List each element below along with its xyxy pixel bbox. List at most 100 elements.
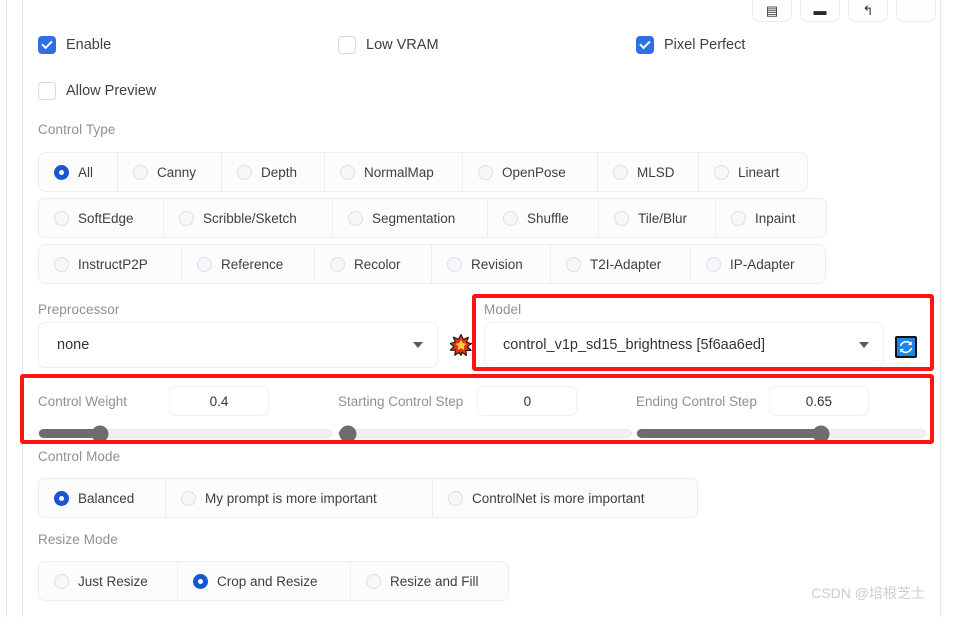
send-back-arrow-icon[interactable]: ↰	[848, 0, 888, 22]
enable-label: Enable	[66, 37, 112, 53]
radio-dot-balanced[interactable]	[54, 490, 69, 506]
radio-dot-canny[interactable]	[133, 164, 148, 180]
control-weight-knob[interactable]	[91, 425, 109, 442]
resize-mode-resize-and-fill[interactable]: Resize and Fill	[350, 561, 509, 601]
control-type-openpose[interactable]: OpenPose	[462, 152, 598, 192]
checkbox-enable[interactable]: Enable	[38, 36, 111, 54]
radio-dot-reference[interactable]	[197, 256, 212, 272]
control-type-shuffle[interactable]: Shuffle	[487, 198, 599, 238]
radio-dot-inpaint[interactable]	[731, 210, 746, 226]
radio-dot-t2i-adapter[interactable]	[566, 256, 581, 272]
radio-dot-just-resize[interactable]	[54, 573, 69, 589]
radio-dot-recolor[interactable]	[330, 256, 345, 272]
radio-dot-depth[interactable]	[237, 164, 252, 180]
model-dropdown[interactable]: control_v1p_sd15_brightness [5f6aa6ed]	[484, 322, 884, 368]
control-type-canny[interactable]: Canny	[117, 152, 222, 192]
radio-dot-mlsd[interactable]	[613, 164, 628, 180]
label-shuffle: Shuffle	[527, 210, 569, 226]
control-type-recolor[interactable]: Recolor	[314, 244, 432, 284]
control-type-label: Control Type	[38, 122, 116, 137]
radio-dot-normalmap[interactable]	[340, 164, 355, 180]
radio-dot-all[interactable]	[54, 164, 69, 180]
radio-dot-openpose[interactable]	[478, 164, 493, 180]
slider-control-weight[interactable]: Control Weight 0.4	[38, 386, 332, 442]
radio-dot-crop-and-resize[interactable]	[193, 573, 208, 589]
control-type-t2i-adapter[interactable]: T2I-Adapter	[550, 244, 691, 284]
radio-dot-revision[interactable]	[447, 256, 462, 272]
slider-ending-control-step[interactable]: Ending Control Step 0.65	[636, 386, 926, 442]
control-type-inpaint[interactable]: Inpaint	[715, 198, 827, 238]
control-type-row-1: All Canny Depth NormalMap OpenPose MLSD …	[38, 152, 808, 192]
radio-dot-segmentation[interactable]	[348, 210, 363, 226]
low-vram-checkbox-box[interactable]	[338, 36, 356, 54]
image-to-canvas-icon[interactable]: ▤	[752, 0, 792, 22]
control-mode-controlnet[interactable]: ControlNet is more important	[432, 478, 698, 518]
radio-dot-tile-blur[interactable]	[614, 210, 629, 226]
label-tile-blur: Tile/Blur	[638, 210, 688, 226]
radio-dot-my-prompt[interactable]	[181, 490, 196, 506]
enable-checkbox-box[interactable]	[38, 36, 56, 54]
chevron-down-icon[interactable]	[413, 342, 423, 348]
checkbox-low-vram[interactable]: Low VRAM	[338, 36, 439, 54]
control-weight-track[interactable]	[38, 425, 332, 442]
radio-dot-shuffle[interactable]	[503, 210, 518, 226]
control-type-tile-blur[interactable]: Tile/Blur	[598, 198, 716, 238]
radio-dot-scribble-sketch[interactable]	[179, 210, 194, 226]
radio-dot-ip-adapter[interactable]	[706, 256, 721, 272]
ending-control-step-track[interactable]	[636, 425, 926, 442]
ending-control-step-knob[interactable]	[812, 425, 830, 442]
control-type-softedge[interactable]: SoftEdge	[38, 198, 164, 238]
camera-icon[interactable]: ▬	[800, 0, 840, 22]
control-mode-my-prompt[interactable]: My prompt is more important	[165, 478, 433, 518]
control-type-ip-adapter[interactable]: IP-Adapter	[690, 244, 826, 284]
refresh-icon[interactable]	[895, 336, 917, 358]
control-type-row-2: SoftEdge Scribble/Sketch Segmentation Sh…	[38, 198, 827, 238]
starting-control-step-value[interactable]: 0	[477, 386, 578, 416]
checkbox-allow-preview[interactable]: Allow Preview	[38, 82, 156, 100]
pixel-perfect-checkbox-box[interactable]	[636, 36, 654, 54]
control-type-scribble-sketch[interactable]: Scribble/Sketch	[163, 198, 333, 238]
control-type-reference[interactable]: Reference	[181, 244, 315, 284]
radio-dot-controlnet[interactable]	[448, 490, 463, 506]
right-rule	[940, 0, 941, 617]
allow-preview-checkbox-box[interactable]	[38, 82, 56, 100]
control-type-segmentation[interactable]: Segmentation	[332, 198, 488, 238]
control-mode-balanced[interactable]: Balanced	[38, 478, 166, 518]
label-my-prompt: My prompt is more important	[205, 490, 377, 506]
resize-mode-just-resize[interactable]: Just Resize	[38, 561, 178, 601]
chevron-down-icon[interactable]	[859, 342, 869, 348]
pixel-perfect-label: Pixel Perfect	[664, 37, 746, 53]
label-segmentation: Segmentation	[372, 210, 456, 226]
control-type-normalmap[interactable]: NormalMap	[324, 152, 463, 192]
radio-dot-softedge[interactable]	[54, 210, 69, 226]
label-depth: Depth	[261, 164, 298, 180]
starting-control-step-track[interactable]	[338, 425, 632, 442]
model-label: Model	[484, 302, 522, 317]
left-rule-inner	[22, 0, 23, 617]
label-t2i-adapter: T2I-Adapter	[590, 256, 662, 272]
checkbox-pixel-perfect[interactable]: Pixel Perfect	[636, 36, 745, 54]
watermark: CSDN @培根芝士	[811, 585, 925, 601]
explosion-icon[interactable]	[450, 334, 472, 356]
control-type-all[interactable]: All	[38, 152, 118, 192]
control-weight-value[interactable]: 0.4	[169, 386, 270, 416]
label-mlsd: MLSD	[637, 164, 675, 180]
preprocessor-dropdown[interactable]: none	[38, 322, 438, 368]
slider-starting-control-step[interactable]: Starting Control Step 0	[338, 386, 632, 442]
control-type-revision[interactable]: Revision	[431, 244, 551, 284]
left-rule-outer	[6, 0, 7, 617]
label-inpaint: Inpaint	[755, 210, 796, 226]
control-type-instructp2p[interactable]: InstructP2P	[38, 244, 182, 284]
resize-mode-crop-and-resize[interactable]: Crop and Resize	[177, 561, 351, 601]
ending-control-step-value[interactable]: 0.65	[768, 386, 869, 416]
radio-dot-resize-and-fill[interactable]	[366, 573, 381, 589]
radio-dot-lineart[interactable]	[714, 164, 729, 180]
allow-preview-label: Allow Preview	[66, 83, 157, 99]
starting-control-step-knob[interactable]	[339, 425, 357, 442]
radio-dot-instructp2p[interactable]	[54, 256, 69, 272]
control-type-depth[interactable]: Depth	[221, 152, 325, 192]
control-type-lineart[interactable]: Lineart	[698, 152, 808, 192]
blank-icon[interactable]	[896, 0, 936, 22]
label-revision: Revision	[471, 256, 523, 272]
control-type-mlsd[interactable]: MLSD	[597, 152, 699, 192]
